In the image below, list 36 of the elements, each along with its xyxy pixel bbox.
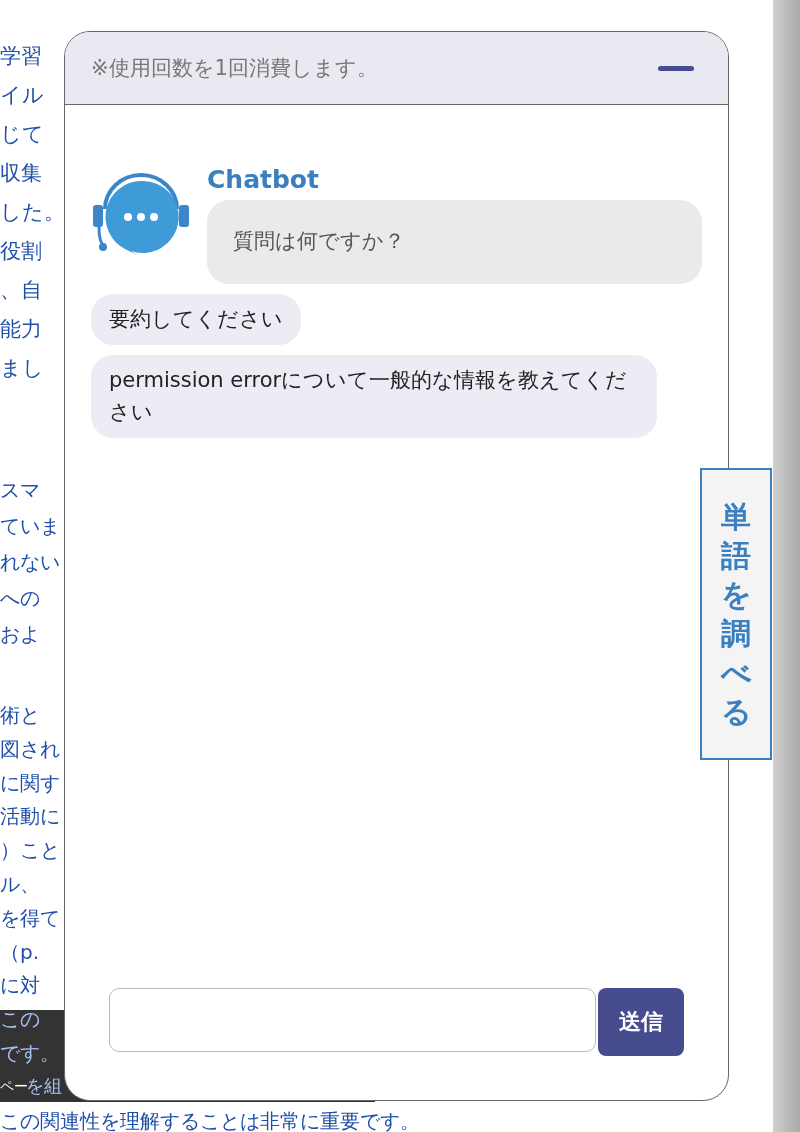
usage-notice: ※使用回数を1回消費します。 [91,55,378,82]
user-message: permission errorについて一般的な情報を教えてください [91,355,657,438]
user-message: 要約してください [91,293,301,345]
article-text: に関す [0,770,60,795]
article-text: 収集 [0,161,42,185]
article-text: に対 [0,973,40,998]
scrollbar[interactable] [773,0,800,1132]
article-text: 学習 [0,44,42,68]
article-text: ）こと [0,838,60,863]
article-text: れない [0,550,60,574]
article-text: です。 [0,1040,60,1065]
article-text: 、自 [0,278,42,302]
article-text: 能力 [0,317,42,341]
article-text: まし [0,356,44,380]
message-input[interactable] [109,988,597,1052]
article-text: この [0,1007,40,1032]
article-text: （p. [0,939,40,964]
bot-message: 質問は何ですか？ [207,200,702,284]
article-text: ル、 [0,872,40,896]
lookup-word-button[interactable]: 単語を調べる [700,468,772,760]
send-button[interactable]: 送信 [598,988,684,1056]
article-text: 役割 [0,239,42,263]
article-text: 図され [0,736,60,761]
article-text: 術と [0,703,40,727]
article-text: した。 [0,200,65,224]
article-text: およ [0,622,40,646]
article-text: 活動に [0,804,60,829]
article-text: ていま [0,514,60,538]
article-text: を得て [0,905,60,930]
bot-name: Chatbot [207,165,320,194]
article-text: じて [0,122,44,146]
article-text: スマ [0,478,40,502]
article-text: この関連性を理解することは非常に重要です。 [0,1108,420,1132]
article-text: イル [0,83,44,107]
article-text: への [0,586,40,610]
article-text: を組 [26,1074,62,1096]
